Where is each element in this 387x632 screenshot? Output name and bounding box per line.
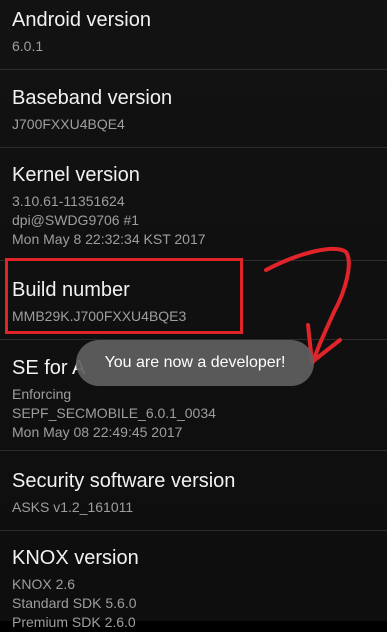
item-title: Build number — [12, 279, 130, 301]
item-value: 6.0.1 — [12, 38, 44, 54]
item-title: Kernel version — [12, 164, 140, 186]
item-value-line-3: Mon May 08 22:49:45 2017 — [12, 424, 183, 440]
about-device-screen: Android version 6.0.1 Baseband version J… — [0, 0, 387, 630]
item-title: Android version — [12, 9, 151, 31]
item-value-line-2: Standard SDK 5.6.0 — [12, 595, 137, 611]
settings-item-security-software-version[interactable]: Security software version ASKS v1.2_1610… — [0, 469, 387, 517]
settings-item-android-version[interactable]: Android version 6.0.1 — [0, 8, 387, 56]
item-value: ASKS v1.2_161011 — [12, 499, 134, 515]
item-title: Baseband version — [12, 87, 173, 109]
item-value: MMB29K.J700FXXU4BQE3 — [12, 308, 187, 324]
divider — [0, 147, 387, 148]
item-title: Security software version — [12, 470, 236, 492]
item-value-line-1: KNOX 2.6 — [12, 576, 76, 592]
item-title: KNOX version — [12, 547, 139, 569]
divider — [0, 530, 387, 531]
divider — [0, 69, 387, 70]
item-value: J700FXXU4BQE4 — [12, 116, 125, 132]
settings-item-knox-version[interactable]: KNOX version KNOX 2.6 Standard SDK 5.6.0… — [0, 546, 387, 632]
item-value-line-1: Enforcing — [12, 386, 72, 402]
item-value-line-1: 3.10.61-11351624 — [12, 193, 125, 209]
item-value-line-2: SEPF_SECMOBILE_6.0.1_0034 — [12, 405, 216, 421]
item-value-line-3: Mon May 8 22:32:34 KST 2017 — [12, 231, 206, 247]
settings-item-build-number[interactable]: Build number MMB29K.J700FXXU4BQE3 — [0, 278, 387, 326]
developer-toast: You are now a developer! — [76, 340, 314, 386]
settings-item-baseband-version[interactable]: Baseband version J700FXXU4BQE4 — [0, 86, 387, 134]
item-value-line-3: Premium SDK 2.6.0 — [12, 614, 136, 630]
divider — [0, 450, 387, 451]
settings-item-kernel-version[interactable]: Kernel version 3.10.61-11351624 dpi@SWDG… — [0, 163, 387, 249]
item-value-line-2: dpi@SWDG9706 #1 — [12, 212, 140, 228]
divider — [0, 260, 387, 261]
